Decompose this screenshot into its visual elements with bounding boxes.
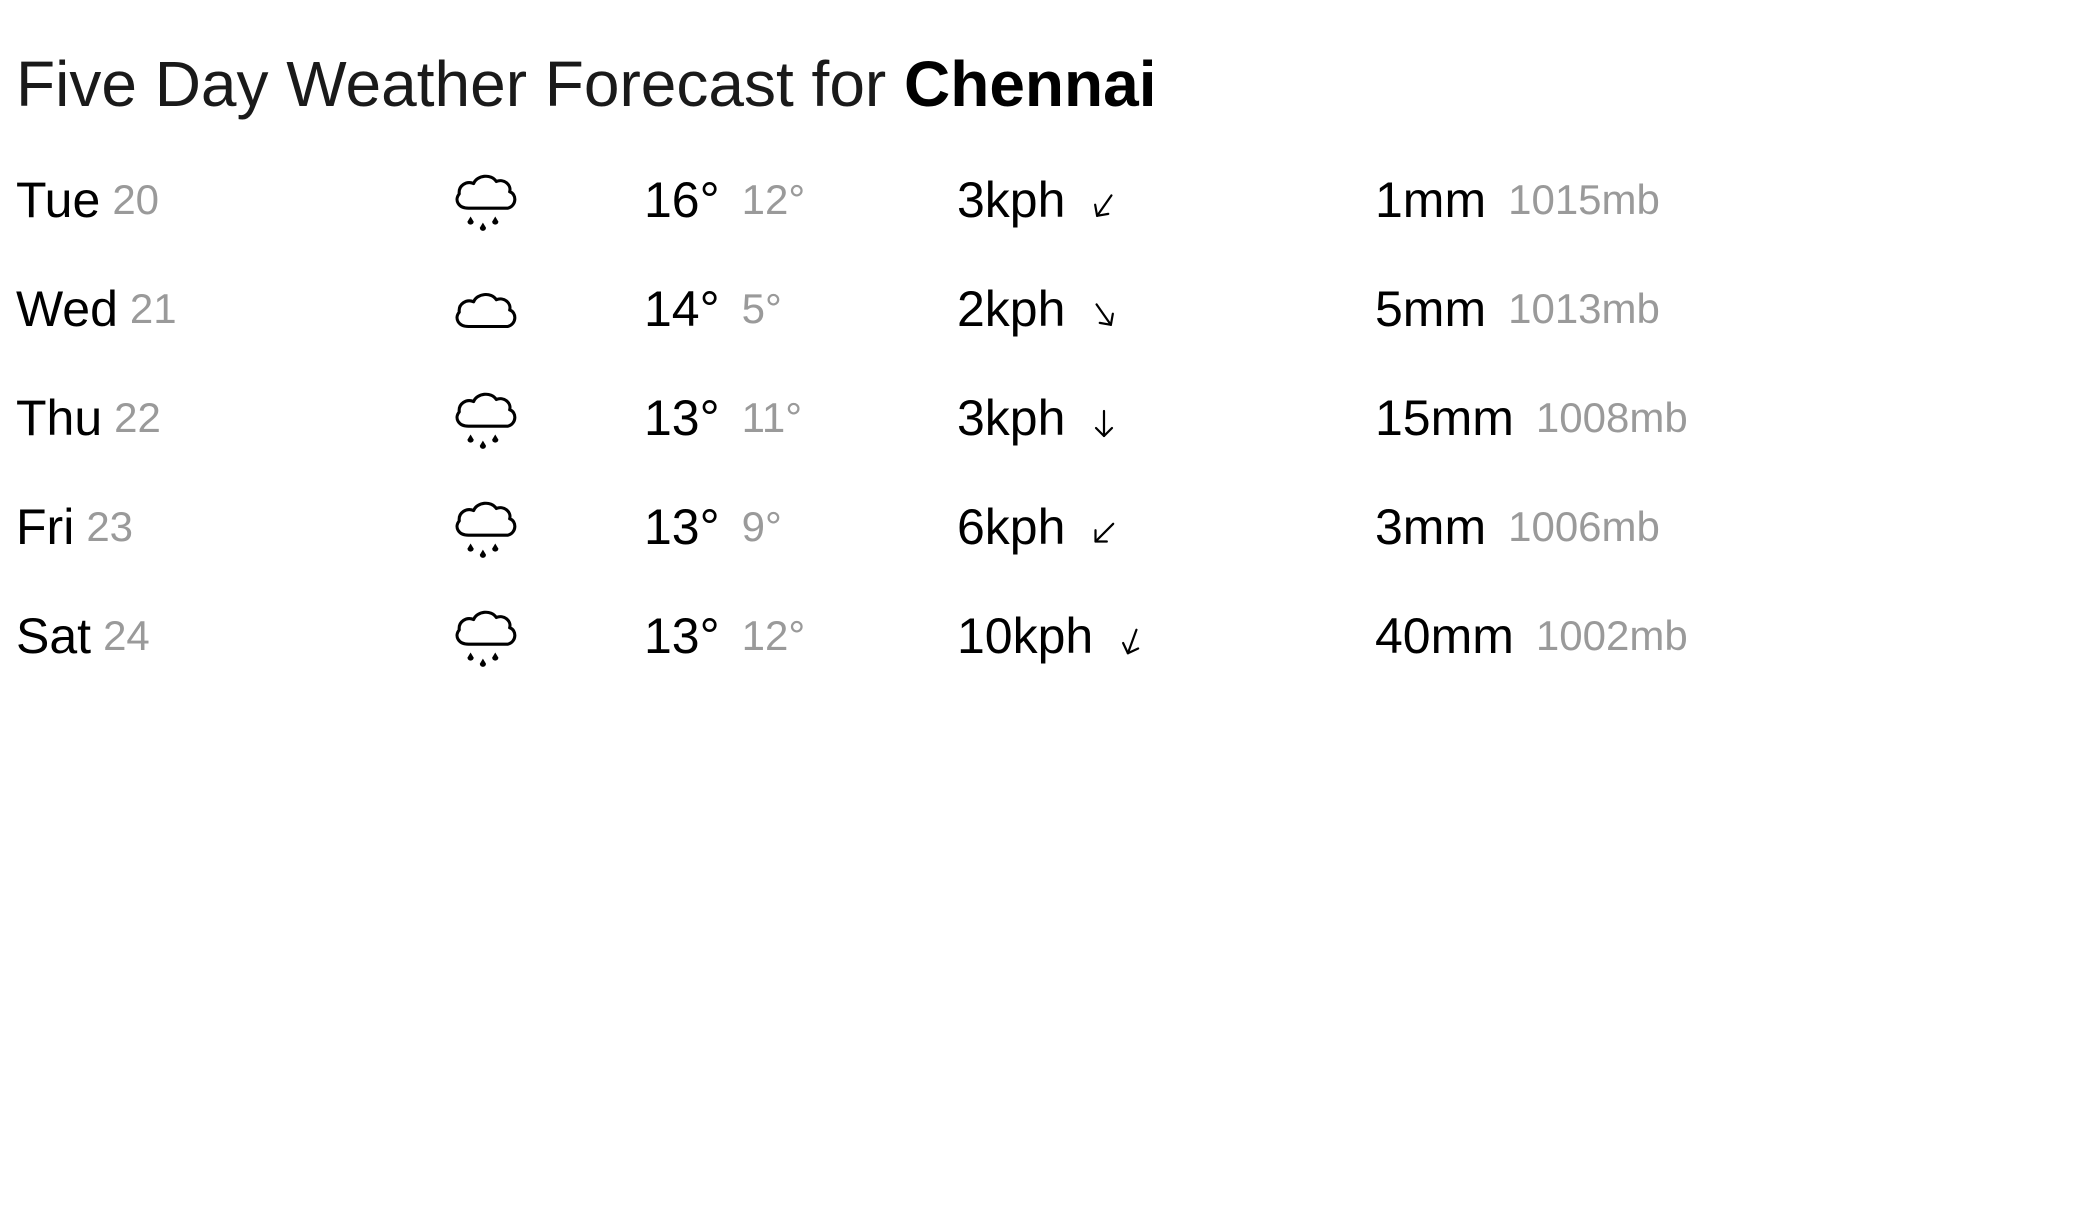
pressure: 1006mb [1508, 503, 1660, 550]
high-temp: 14° [644, 281, 720, 337]
low-temp: 12° [741, 612, 806, 659]
day-name: Sat [16, 608, 92, 664]
day-cell: Thu 22 [16, 363, 161, 473]
wind-cell: 2kph [957, 254, 1121, 364]
day-date: 24 [103, 612, 150, 659]
precipitation: 3mm [1375, 499, 1487, 555]
cloud-icon [450, 254, 522, 364]
precipitation-cell: 3mm 1006mb [1375, 472, 1660, 582]
pressure: 1015mb [1508, 176, 1660, 223]
southwest-arrow-icon [1087, 189, 1121, 223]
forecast-row: Fri 23 13° 9° 6kph 3mm 1006mb [0, 472, 2100, 582]
day-name: Thu [16, 390, 103, 446]
temperature-cell: 16° 12° [644, 145, 805, 255]
pressure: 1013mb [1508, 285, 1660, 332]
precipitation: 15mm [1375, 390, 1514, 446]
precipitation: 40mm [1375, 608, 1514, 664]
day-name: Fri [16, 499, 75, 555]
wind-speed: 2kph [957, 281, 1066, 337]
day-name: Tue [16, 172, 101, 228]
precipitation: 5mm [1375, 281, 1487, 337]
day-cell: Tue 20 [16, 145, 159, 255]
rain-cloud-icon [450, 472, 522, 582]
page-title: Five Day Weather Forecast for Chennai [16, 44, 1156, 124]
wind-cell: 3kph [957, 363, 1121, 473]
high-temp: 13° [644, 499, 720, 555]
temperature-cell: 13° 9° [644, 472, 782, 582]
wind-speed: 3kph [957, 172, 1066, 228]
wind-speed: 10kph [957, 608, 1094, 664]
day-cell: Wed 21 [16, 254, 177, 364]
low-temp: 12° [741, 176, 806, 223]
precipitation-cell: 15mm 1008mb [1375, 363, 1688, 473]
day-name: Wed [16, 281, 118, 337]
day-cell: Fri 23 [16, 472, 133, 582]
day-date: 21 [129, 285, 177, 332]
southwest-arrow-icon [1087, 516, 1121, 550]
southeast-arrow-icon [1087, 298, 1121, 332]
low-temp: 11° [741, 394, 803, 441]
south-southwest-arrow-icon [1115, 625, 1149, 659]
day-date: 23 [86, 503, 134, 550]
city-name: Chennai [904, 48, 1157, 120]
south-arrow-icon [1087, 407, 1121, 441]
precipitation: 1mm [1375, 172, 1487, 228]
day-date: 22 [114, 394, 161, 441]
day-cell: Sat 24 [16, 581, 150, 691]
high-temp: 13° [644, 608, 720, 664]
wind-cell: 10kph [957, 581, 1149, 691]
temperature-cell: 14° 5° [644, 254, 782, 364]
title-prefix: Five Day Weather Forecast for [16, 48, 887, 120]
wind-speed: 3kph [957, 390, 1066, 446]
precipitation-cell: 1mm 1015mb [1375, 145, 1660, 255]
rain-cloud-icon [450, 363, 522, 473]
day-date: 20 [112, 176, 160, 223]
rain-cloud-icon [450, 581, 522, 691]
wind-speed: 6kph [957, 499, 1066, 555]
rain-cloud-icon [450, 145, 522, 255]
temperature-cell: 13° 12° [644, 581, 805, 691]
forecast-row: Wed 21 14° 5° 2kph 5mm 1013mb [0, 254, 2100, 364]
temperature-cell: 13° 11° [644, 363, 802, 473]
pressure: 1002mb [1535, 612, 1688, 659]
precipitation-cell: 5mm 1013mb [1375, 254, 1660, 364]
wind-cell: 3kph [957, 145, 1121, 255]
high-temp: 16° [644, 172, 720, 228]
high-temp: 13° [644, 390, 720, 446]
wind-cell: 6kph [957, 472, 1121, 582]
low-temp: 5° [741, 285, 782, 332]
forecast-row: Tue 20 16° 12° 3kph 1mm 1015mb [0, 145, 2100, 255]
forecast-row: Sat 24 13° 12° 10kph 40mm 1002mb [0, 581, 2100, 691]
precipitation-cell: 40mm 1002mb [1375, 581, 1688, 691]
pressure: 1008mb [1535, 394, 1688, 441]
forecast-row: Thu 22 13° 11° 3kph 15mm 1008mb [0, 363, 2100, 473]
low-temp: 9° [741, 503, 782, 550]
